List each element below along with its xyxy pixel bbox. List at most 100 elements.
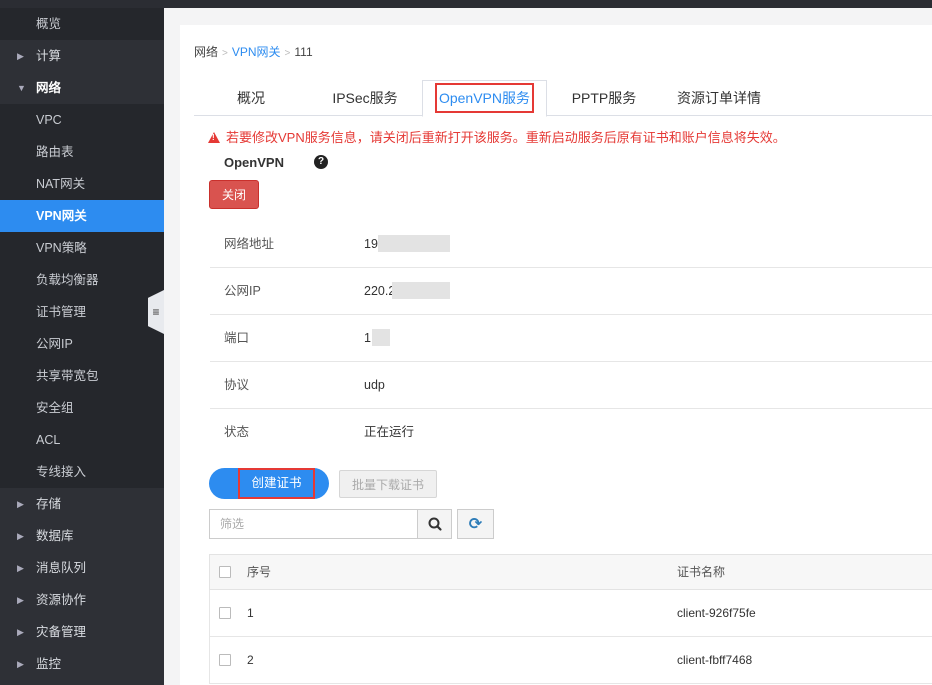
row-checkbox[interactable] — [219, 654, 231, 666]
sidebar-item-route-table[interactable]: 路由表 — [0, 136, 164, 168]
certificate-table: 序号 证书名称 1 client-926f75fe 2 client-fbff7… — [209, 554, 932, 684]
sidebar-group-disaster-recovery[interactable]: ▶ 灾备管理 — [0, 616, 164, 648]
breadcrumb-current: 111 — [294, 45, 313, 59]
sidebar-item-vpc[interactable]: VPC — [0, 104, 164, 136]
refresh-icon: ⟳ — [468, 516, 483, 533]
main-panel: 网络 > VPN网关 >111 概况 IPSec服务 OpenVPN服务 PPTP服务… — [180, 25, 932, 685]
sidebar-item-vpn-policy[interactable]: VPN策略 — [0, 232, 164, 264]
column-header-index: 序号 — [247, 565, 272, 579]
caret-right-icon: ▶ — [17, 531, 24, 541]
sidebar-item-shared-bandwidth[interactable]: 共享带宽包 — [0, 360, 164, 392]
sidebar-item-vpn-gateway[interactable]: VPN网关 — [0, 200, 164, 232]
redaction-mask — [392, 282, 450, 299]
sidebar-group-label: 灾备管理 — [36, 625, 87, 639]
warning-message: 若要修改VPN服务信息，请关闭后重新打开该服务。重新启动服务后原有证书和账户信息… — [208, 127, 786, 146]
sidebar-group-label: 网络 — [36, 81, 62, 95]
info-label: 状态 — [224, 425, 250, 439]
sidebar-group-label: 数据库 — [36, 529, 74, 543]
table-row[interactable]: 1 client-926f75fe — [209, 590, 932, 637]
sidebar-item-overview[interactable]: 概览 — [0, 8, 164, 40]
sidebar-group-label: 消息队列 — [36, 561, 87, 575]
filter-input[interactable] — [209, 509, 418, 539]
caret-right-icon: ▶ — [17, 659, 24, 669]
sidebar-group-label: 资源协作 — [36, 593, 87, 607]
caret-down-icon: ▼ — [17, 83, 26, 93]
cell-certificate-name: client-fbff7468 — [677, 653, 753, 667]
info-label: 公网IP — [224, 284, 261, 298]
table-header: 序号 证书名称 — [209, 554, 932, 590]
select-all-checkbox[interactable] — [219, 566, 231, 578]
sidebar-group-database[interactable]: ▶ 数据库 — [0, 520, 164, 552]
sidebar-item-security-group[interactable]: 安全组 — [0, 392, 164, 424]
search-button[interactable] — [418, 509, 452, 539]
breadcrumb-separator: > — [284, 48, 291, 59]
tab-openvpn-label: OpenVPN服务 — [434, 83, 535, 113]
sidebar-group-label: 存储 — [36, 497, 62, 511]
table-row[interactable]: 2 client-fbff7468 — [209, 637, 932, 684]
sidebar-group-network[interactable]: ▼ 网络 — [0, 72, 164, 104]
cell-index: 1 — [247, 606, 254, 620]
info-row-network-address: 网络地址 19 — [210, 221, 932, 268]
caret-right-icon: ▶ — [17, 51, 24, 61]
info-value: 220.2 — [364, 284, 396, 298]
create-certificate-button[interactable]: 创建证书 — [209, 468, 329, 499]
info-value: 正在运行 — [364, 425, 415, 439]
info-value: udp — [364, 378, 385, 392]
info-value: 19 — [364, 237, 378, 251]
redaction-mask — [372, 329, 390, 346]
sidebar-group-resource-collab[interactable]: ▶ 资源协作 — [0, 584, 164, 616]
sidebar-item-acl[interactable]: ACL — [0, 424, 164, 456]
service-tabs: 概况 IPSec服务 OpenVPN服务 PPTP服务 资源订单详情 — [194, 80, 932, 117]
tab-overview[interactable]: 概况 — [211, 81, 291, 115]
info-row-public-ip: 公网IP 220.2 — [210, 268, 932, 315]
breadcrumb-root[interactable]: 网络 — [194, 45, 218, 59]
help-icon[interactable]: ? — [314, 155, 328, 169]
caret-right-icon: ▶ — [17, 627, 24, 637]
tab-ipsec[interactable]: IPSec服务 — [318, 81, 412, 115]
create-certificate-label: 创建证书 — [238, 468, 315, 499]
info-label: 协议 — [224, 378, 250, 392]
sidebar-item-nat-gateway[interactable]: NAT网关 — [0, 168, 164, 200]
breadcrumb-parent-link[interactable]: VPN网关 — [232, 45, 281, 59]
column-header-name: 证书名称 — [677, 565, 726, 579]
sidebar-group-monitoring[interactable]: ▶ 监控 — [0, 648, 164, 680]
top-bar — [0, 0, 932, 8]
breadcrumb: 网络 > VPN网关 >111 — [194, 43, 313, 60]
refresh-button[interactable]: ⟳ — [457, 509, 494, 539]
info-row-port: 端口 1 — [210, 315, 932, 362]
caret-right-icon: ▶ — [17, 563, 24, 573]
sidebar-group-message-queue[interactable]: ▶ 消息队列 — [0, 552, 164, 584]
info-row-status: 状态 正在运行 — [210, 409, 932, 455]
sidebar-group-storage[interactable]: ▶ 存储 — [0, 488, 164, 520]
info-label: 网络地址 — [224, 237, 275, 251]
cell-index: 2 — [247, 653, 254, 667]
tab-openvpn[interactable]: OpenVPN服务 — [422, 80, 547, 117]
breadcrumb-separator: > — [222, 48, 228, 59]
cell-certificate-name: client-926f75fe — [677, 606, 756, 620]
warning-text: 若要修改VPN服务信息，请关闭后重新打开该服务。重新启动服务后原有证书和账户信息… — [226, 130, 786, 145]
sidebar-item-load-balancer[interactable]: 负载均衡器 — [0, 264, 164, 296]
info-row-protocol: 协议 udp — [210, 362, 932, 409]
sidebar-group-label: 计算 — [36, 49, 62, 63]
tab-pptp[interactable]: PPTP服务 — [560, 81, 648, 115]
caret-right-icon: ▶ — [17, 595, 24, 605]
sidebar-item-public-ip[interactable]: 公网IP — [0, 328, 164, 360]
batch-download-button[interactable]: 批量下载证书 — [339, 470, 437, 498]
search-icon — [428, 517, 442, 531]
sidebar-group-label: 监控 — [36, 657, 62, 671]
tab-order-details[interactable]: 资源订单详情 — [666, 81, 772, 115]
info-label: 端口 — [224, 331, 250, 345]
service-title: OpenVPN — [224, 155, 284, 170]
sidebar-group-compute[interactable]: ▶ 计算 — [0, 40, 164, 72]
sidebar-network-submenu: VPC 路由表 NAT网关 VPN网关 VPN策略 负载均衡器 证书管理 公网I… — [0, 104, 164, 488]
menu-collapse-icon: ≡ — [152, 305, 160, 319]
sidebar-item-certificates[interactable]: 证书管理 — [0, 296, 164, 328]
warning-icon — [208, 132, 220, 143]
caret-right-icon: ▶ — [17, 499, 24, 509]
redaction-mask — [378, 235, 450, 252]
sidebar-item-direct-connect[interactable]: 专线接入 — [0, 456, 164, 488]
close-service-button[interactable]: 关闭 — [209, 180, 259, 209]
info-value: 1 — [364, 331, 371, 345]
sidebar: 概览 ▶ 计算 ▼ 网络 VPC 路由表 NAT网关 VPN网关 VPN策略 负载均… — [0, 8, 164, 685]
row-checkbox[interactable] — [219, 607, 231, 619]
